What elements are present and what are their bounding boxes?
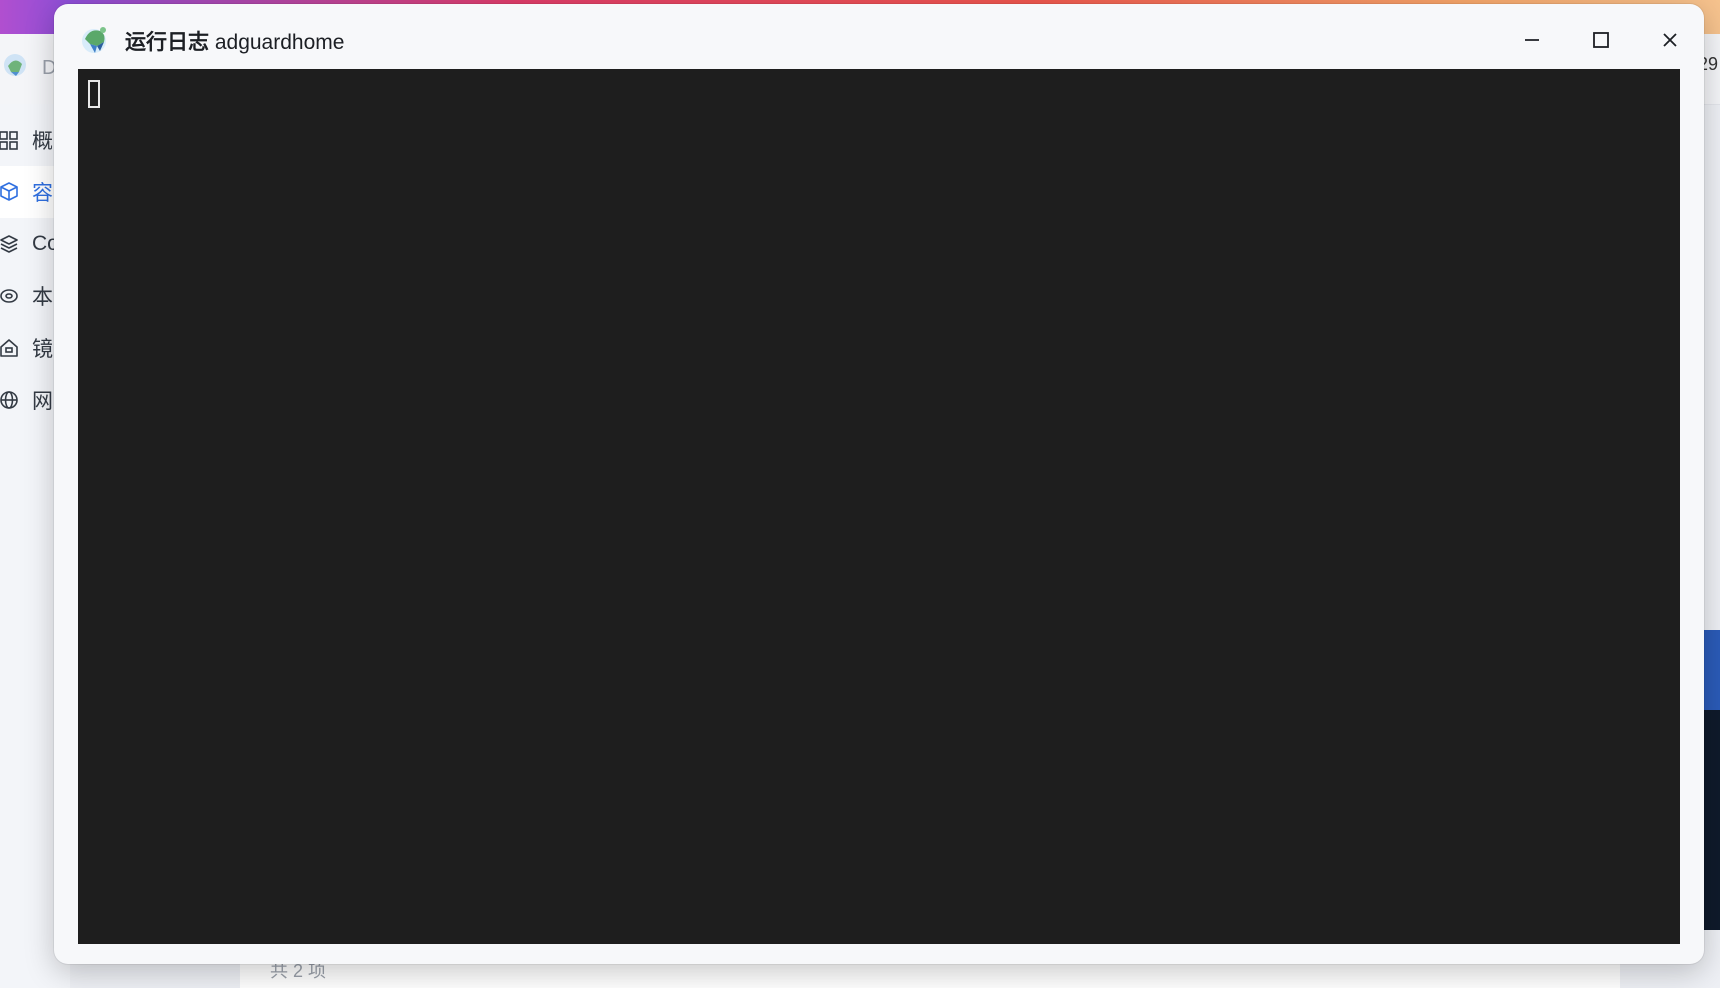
home-icon: [0, 339, 18, 357]
minimize-button[interactable]: [1512, 20, 1552, 60]
layers-icon: [0, 235, 18, 253]
maximize-button[interactable]: [1581, 20, 1621, 60]
sidebar-item-label: 网: [32, 390, 53, 413]
sidebar-item-label: 容: [32, 182, 53, 205]
cube-icon: [0, 182, 18, 201]
grid-icon: [0, 131, 18, 150]
sidebar-item-label: 本: [32, 286, 53, 309]
window-title: 运行日志 adguardhome: [125, 26, 344, 56]
close-icon: [1663, 33, 1677, 47]
sidebar-item-label: 镜: [32, 338, 53, 361]
minimize-icon: [1525, 39, 1539, 41]
log-window: 运行日志 adguardhome: [54, 4, 1704, 964]
adguard-shield-icon: [82, 27, 106, 53]
window-titlebar[interactable]: 运行日志 adguardhome: [54, 4, 1704, 68]
background-app-logo-icon: [4, 54, 26, 76]
globe-icon: [0, 391, 18, 409]
disk-icon: [0, 289, 18, 303]
window-title-prefix: 运行日志: [125, 31, 209, 54]
terminal-cursor: [88, 80, 100, 108]
window-title-container-name: adguardhome: [214, 31, 345, 54]
sidebar-item-label: 概: [32, 130, 53, 153]
maximize-icon: [1593, 32, 1609, 48]
log-terminal[interactable]: [78, 69, 1680, 944]
desktop-stage: D 29 概 容 Co 本 镜 网 共 2 项 运行日志 adguardhome: [0, 0, 1720, 988]
close-button[interactable]: [1650, 20, 1690, 60]
